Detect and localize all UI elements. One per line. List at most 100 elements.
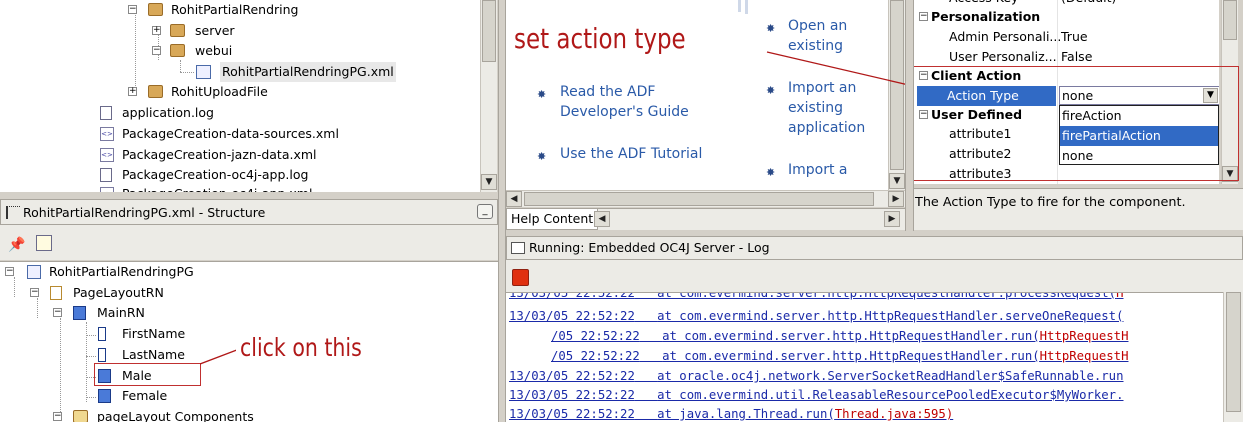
log-line[interactable]: 13/03/05 22:52:22 at oracle.oc4j.network… [509, 367, 1124, 386]
collapse-icon[interactable]: − [5, 267, 14, 276]
tree-label: PackageCreation-data-sources.xml [122, 126, 339, 141]
navigator-panel: − RohitPartialRendring + server − webui … [0, 0, 480, 192]
tree-label: Female [122, 388, 168, 403]
page-file-icon [196, 65, 211, 79]
collapse-icon[interactable]: − [919, 12, 928, 21]
log-line[interactable]: 13/03/05 22:52:22 at com.evermind.util.R… [509, 386, 1124, 405]
pin-icon[interactable]: 📌 [8, 237, 25, 253]
file-icon [100, 168, 112, 182]
highlight-box [94, 363, 201, 386]
splitter-vertical[interactable] [905, 0, 914, 231]
expand-icon[interactable]: + [152, 26, 161, 35]
scroll-right-icon[interactable]: ▶ [884, 211, 900, 227]
radio-button-icon [98, 389, 111, 403]
tree-label: RohitPartialRendring [171, 2, 299, 17]
tab-help-content[interactable]: Help Content [506, 209, 599, 230]
file-icon [100, 106, 112, 120]
property-section-personalization[interactable]: − Personalization [917, 7, 1218, 27]
annotation-click-text: click on this [240, 333, 362, 362]
help-tabbar: Help Content ◀ ▶ [506, 208, 905, 230]
stop-button[interactable] [512, 269, 529, 286]
region-icon [73, 306, 86, 320]
collapse-icon[interactable]: − [152, 46, 161, 55]
tree-label: application.log [122, 105, 214, 120]
scroll-down-icon[interactable]: ▼ [889, 173, 905, 189]
tree-label: MainRN [97, 305, 145, 320]
highlight-box [912, 66, 1239, 181]
tree-label: RohitPartialRendringPG.xml [220, 62, 396, 82]
log-output: 13/03/05 22:52:22 at com.evermind.server… [506, 292, 1223, 422]
bullet-icon: ✸ [537, 88, 547, 101]
property-row-admin[interactable]: Admin Personali... True [917, 27, 1218, 47]
xml-file-icon: <> [100, 127, 114, 141]
folder-icon [73, 410, 88, 422]
help-link-adf-tutorial[interactable]: Use the ADF Tutorial [560, 144, 730, 164]
annotation-pointer [766, 51, 914, 87]
bullet-icon: ✸ [766, 22, 776, 35]
log-title: Running: Embedded OC4J Server - Log [529, 240, 770, 255]
text-input-icon [98, 348, 106, 362]
tree-label: LastName [122, 347, 185, 362]
xml-file-icon: <> [100, 148, 114, 162]
minimize-button[interactable]: _ [477, 204, 493, 219]
tree-label: FirstName [122, 326, 186, 341]
bullet-icon: ✸ [766, 166, 776, 179]
package-icon [148, 85, 163, 98]
text-input-icon [98, 327, 106, 341]
tree-label: PackageCreation-oc4j-app.xml [122, 184, 312, 192]
scroll-down-icon[interactable]: ▼ [481, 174, 497, 190]
property-description-panel: The Action Type to fire for the componen… [914, 188, 1243, 230]
log-toolbar [506, 260, 1243, 292]
log-vscrollbar[interactable] [1223, 292, 1243, 422]
log-line[interactable]: 13/03/05 22:52:22 at java.lang.Thread.ru… [509, 405, 953, 422]
splitter-vertical[interactable] [498, 0, 506, 422]
page-icon [27, 265, 41, 279]
property-description: The Action Type to fire for the componen… [915, 195, 1186, 210]
tree-label: PageLayoutRN [73, 285, 164, 300]
scroll-thumb[interactable] [1226, 292, 1241, 412]
scroll-thumb[interactable] [524, 192, 874, 206]
tree-label: PackageCreation-oc4j-app.log [122, 167, 309, 182]
package-icon [170, 24, 185, 37]
xml-file-icon: <> [100, 187, 114, 192]
package-icon [148, 3, 163, 16]
tree-label: webui [195, 43, 233, 58]
log-line[interactable]: 13/03/05 22:52:22 at com.evermind.server… [509, 307, 1124, 326]
log-icon [511, 242, 525, 254]
help-panel: set action type ✸ Read the ADF Developer… [506, 0, 905, 190]
tree-label: PackageCreation-jazn-data.xml [122, 147, 317, 162]
log-titlebar: Running: Embedded OC4J Server - Log [506, 236, 1243, 260]
help-link-adf-guide[interactable]: Read the ADF Developer's Guide [560, 82, 710, 122]
collapse-icon[interactable]: − [30, 288, 39, 297]
property-row-user[interactable]: User Personaliz... False [917, 47, 1218, 67]
collapse-icon[interactable]: − [53, 308, 62, 317]
log-line[interactable]: /05 22:52:22 at com.evermind.server.http… [551, 347, 1128, 366]
scroll-thumb[interactable] [482, 0, 496, 62]
log-line[interactable]: /05 22:52:22 at com.evermind.server.http… [551, 327, 1128, 346]
help-vscrollbar[interactable]: ▼ [888, 0, 905, 190]
log-line[interactable]: 13/03/05 22:52:22 at com.evermind.server… [509, 293, 1124, 303]
structure-toolbar: 📌 [0, 225, 498, 260]
scroll-thumb[interactable] [1223, 0, 1237, 40]
page-layout-icon [50, 286, 62, 300]
tree-label: pageLayout Components [97, 409, 254, 422]
structure-title: RohitPartialRendringPG.xml - Structure [23, 205, 266, 220]
scroll-right-icon[interactable]: ▶ [888, 191, 904, 207]
scroll-left-icon[interactable]: ◀ [594, 211, 610, 227]
bullet-icon: ✸ [537, 150, 547, 163]
collapse-icon[interactable]: − [128, 5, 137, 14]
tree-label: RohitUploadFile [171, 84, 268, 99]
tree-label: server [195, 23, 235, 38]
structure-icon [6, 206, 20, 219]
structure-titlebar: RohitPartialRendringPG.xml - Structure _ [0, 199, 498, 225]
annotation-action-text: set action type [514, 22, 686, 55]
navigator-vscrollbar[interactable]: ▼ [480, 0, 497, 192]
edit-icon[interactable] [36, 235, 52, 251]
package-icon [170, 44, 185, 57]
expand-icon[interactable]: + [128, 87, 137, 96]
collapse-icon[interactable]: − [53, 412, 62, 421]
help-link-import-bpel[interactable]: Import a BPEL... [788, 160, 888, 180]
scroll-left-icon[interactable]: ◀ [506, 191, 522, 207]
tree-label: RohitPartialRendringPG [49, 264, 194, 279]
help-hscrollbar[interactable]: ◀ ▶ [506, 190, 905, 207]
